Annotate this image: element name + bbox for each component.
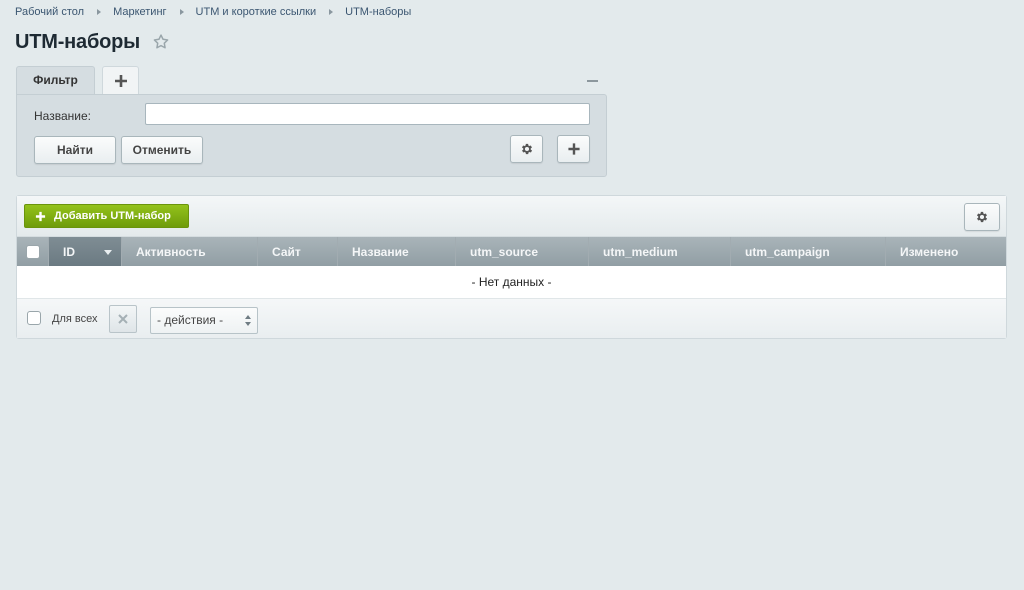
cancel-button[interactable]: Отменить xyxy=(121,136,203,164)
for-all-label: Для всех xyxy=(52,313,98,325)
column-header-modified[interactable]: Изменено xyxy=(886,237,1006,266)
grid-toolbar: Добавить UTM-набор xyxy=(17,196,1006,237)
for-all-checkbox[interactable] xyxy=(27,311,41,325)
grid-footer: Для всех - действия - xyxy=(17,299,1006,338)
actions-select-value: - действия - xyxy=(157,313,224,327)
star-icon[interactable] xyxy=(152,33,170,51)
column-header-name[interactable]: Название xyxy=(338,237,456,266)
plus-icon xyxy=(567,143,580,155)
column-header-utm-campaign[interactable]: utm_campaign xyxy=(731,237,886,266)
gear-icon xyxy=(976,211,988,223)
add-utm-set-label: Добавить UTM-набор xyxy=(54,210,171,222)
delete-selected-button[interactable] xyxy=(109,305,137,333)
chevron-right-icon xyxy=(179,9,184,15)
minimize-filter-icon[interactable] xyxy=(587,80,598,82)
breadcrumb: Рабочий стол Маркетинг UTM и короткие сс… xyxy=(15,5,411,19)
close-icon xyxy=(118,314,128,324)
filter-panel: Название: Найти Отменить xyxy=(16,94,607,177)
page-title: UTM-наборы xyxy=(15,31,141,53)
add-utm-set-button[interactable]: Добавить UTM-набор xyxy=(24,204,189,228)
column-header-utm-medium[interactable]: utm_medium xyxy=(589,237,731,266)
find-button[interactable]: Найти xyxy=(34,136,116,164)
breadcrumb-item-marketing[interactable]: Маркетинг xyxy=(113,6,166,18)
filter-name-label: Название: xyxy=(34,109,91,123)
plus-icon xyxy=(35,211,46,221)
updown-icon xyxy=(245,315,251,326)
column-header-id[interactable]: ID xyxy=(49,237,122,266)
sort-desc-icon xyxy=(104,250,112,255)
gear-icon xyxy=(521,143,532,155)
column-header-utm-source[interactable]: utm_source xyxy=(456,237,589,266)
breadcrumb-item-utm-sets[interactable]: UTM-наборы xyxy=(345,6,411,18)
column-header-activity[interactable]: Активность xyxy=(122,237,258,266)
select-all-checkbox[interactable] xyxy=(25,244,40,259)
add-filter-field-button[interactable] xyxy=(557,135,590,163)
breadcrumb-item-desktop[interactable]: Рабочий стол xyxy=(15,6,84,18)
utm-sets-grid: Добавить UTM-набор ID Активность Сайт На… xyxy=(16,195,1007,339)
grid-settings-button[interactable] xyxy=(964,203,1000,231)
table-empty-row: - Нет данных - xyxy=(17,266,1006,299)
select-all-cell xyxy=(17,237,49,266)
column-header-site[interactable]: Сайт xyxy=(258,237,338,266)
chevron-right-icon xyxy=(329,9,334,15)
plus-icon xyxy=(115,75,127,87)
chevron-right-icon xyxy=(97,9,102,15)
breadcrumb-item-utm-links[interactable]: UTM и короткие ссылки xyxy=(196,6,317,18)
filter-name-input[interactable] xyxy=(145,103,590,125)
empty-state-text: - Нет данных - xyxy=(471,275,552,289)
actions-select[interactable]: - действия - xyxy=(150,307,258,334)
filter-settings-button[interactable] xyxy=(510,135,543,163)
add-filter-tab-button[interactable] xyxy=(102,66,139,94)
filter-tab[interactable]: Фильтр xyxy=(16,66,95,96)
table-header: ID Активность Сайт Название utm_source u… xyxy=(17,237,1006,266)
